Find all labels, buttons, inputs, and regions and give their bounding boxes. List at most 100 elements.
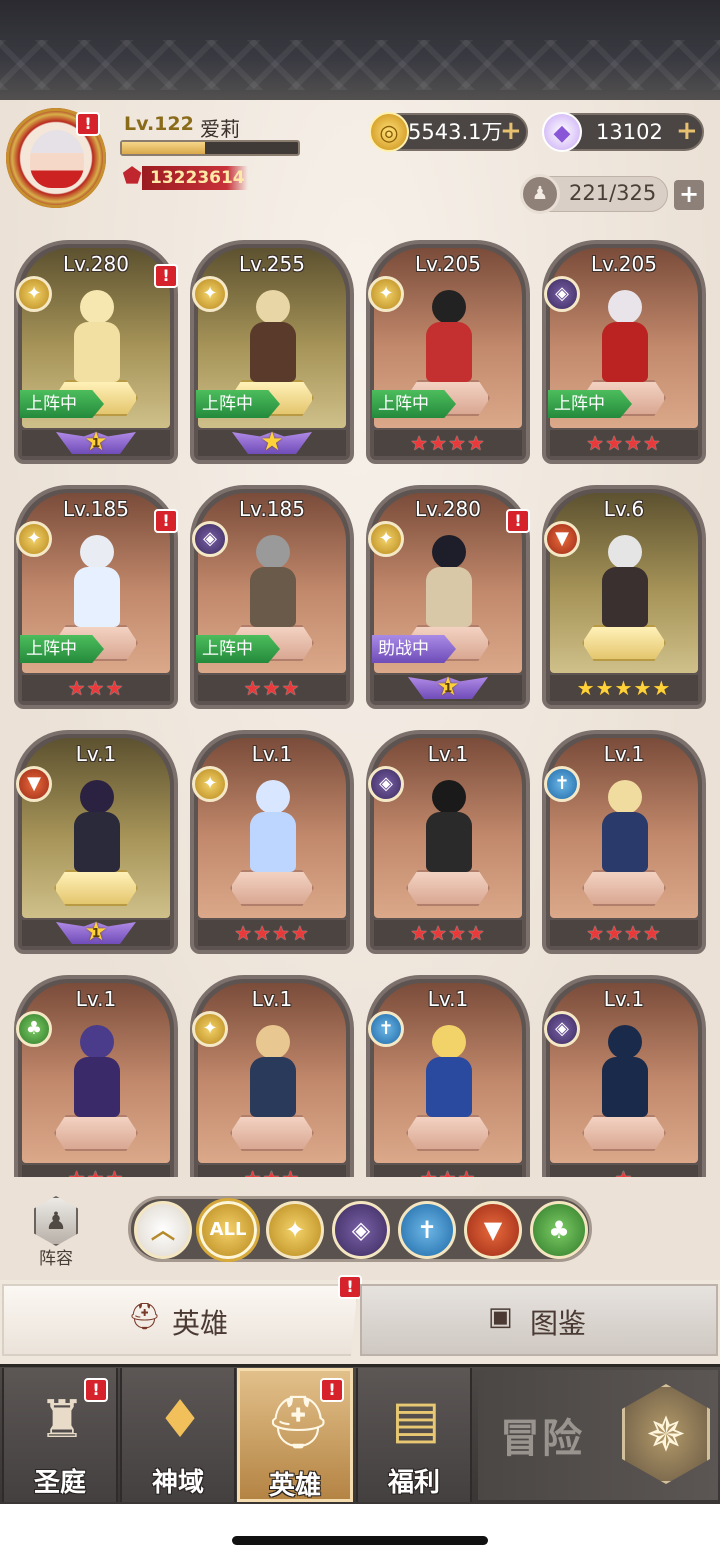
hero-status-tag: 上阵中 (548, 390, 632, 418)
book-icon: ▣ (488, 1302, 513, 1332)
player-name: 爱莉 (200, 117, 240, 141)
filter-collapse-button[interactable]: ︿ (134, 1201, 192, 1259)
hero-stars: ★★★ (190, 1165, 354, 1177)
combat-power: 13223614 (142, 166, 248, 190)
filter-beast-class-icon[interactable]: ▼ (464, 1201, 522, 1259)
home-indicator[interactable] (232, 1536, 488, 1545)
hero-status-tag: 助战中 (372, 635, 456, 663)
add-gold-button[interactable]: + (500, 112, 522, 150)
hero-card[interactable]: Lv.6 ▼ ★★★★★ (542, 485, 706, 709)
hero-level: Lv.6 (603, 497, 645, 521)
tab-hero-alert-badge: ! (338, 1275, 362, 1299)
tab-hero[interactable]: ⛑ 英雄 (2, 1284, 358, 1356)
compass-icon: ✵ (622, 1384, 710, 1484)
hero-body (74, 1057, 120, 1117)
holy-class-icon: ✦ (368, 521, 404, 557)
hero-level: Lv.205 (591, 252, 657, 276)
hero-card[interactable]: Lv.185 ◈ 上阵中 ★★★ (190, 485, 354, 709)
lineup-label: 阵容 (39, 1249, 73, 1269)
add-gems-button[interactable]: + (676, 112, 698, 150)
nav-welfare[interactable]: ▤ 福利 (356, 1368, 472, 1502)
hero-level: Lv.1 (427, 742, 469, 766)
hero-body (74, 812, 120, 872)
filter-all-button[interactable]: ALL (199, 1201, 257, 1259)
hero-head (608, 1025, 642, 1059)
hero-sprite (56, 1021, 136, 1125)
hero-body (602, 812, 648, 872)
hero-level: Lv.205 (415, 252, 481, 276)
tab-codex[interactable]: ▣ 图鉴 (360, 1284, 718, 1356)
hero-body (426, 322, 472, 382)
crystal-altar-icon: ♦ (156, 1390, 204, 1450)
hero-sprite (584, 531, 664, 635)
hero-sprite (584, 776, 664, 880)
hero-head (608, 535, 642, 569)
helmet-icon: ⛑ (128, 1302, 162, 1332)
hero-stars: ★ (542, 1165, 706, 1177)
filter-knight-class-icon[interactable]: ✝ (398, 1201, 456, 1259)
nav-label: 圣庭 (33, 1468, 86, 1498)
filter-nature-class-icon[interactable]: ♣ (530, 1201, 588, 1259)
expand-capacity-button[interactable]: + (674, 180, 704, 210)
holy-class-icon: ✦ (16, 521, 52, 557)
top-decor-band (0, 0, 720, 100)
hero-stars: ★★★ (67, 676, 125, 700)
gold-coin-icon: ◎ (369, 112, 409, 152)
lineup-button[interactable]: ♟ 阵容 (22, 1196, 90, 1269)
hero-sprite (56, 776, 136, 880)
hero-body (74, 322, 120, 382)
dark-class-icon: ◈ (192, 521, 228, 557)
hero-card[interactable]: Lv.280 ✦ ! 上阵中 ★ 1 (14, 240, 178, 464)
hero-body (602, 1057, 648, 1117)
nav-divine-realm[interactable]: ♦ 神域 (120, 1368, 236, 1502)
hero-sprite (232, 1021, 312, 1125)
hero-card[interactable]: Lv.1 ♣ ★★★ (14, 975, 178, 1177)
dark-class-icon: ◈ (368, 766, 404, 802)
hero-card[interactable]: Lv.1 ◈ ★★★★ (366, 730, 530, 954)
hero-level: Lv.185 (239, 497, 305, 521)
hero-body (250, 812, 296, 872)
hero-card[interactable]: Lv.1 ✦ ★★★★ (190, 730, 354, 954)
adventure-button[interactable]: 冒险 ✵ (478, 1370, 718, 1500)
hero-head (432, 780, 466, 814)
advance-count: 1 (91, 926, 101, 940)
hero-card[interactable]: Lv.255 ✦ 上阵中 ★ (190, 240, 354, 464)
hero-card[interactable]: Lv.1 ◈ ★ (542, 975, 706, 1177)
hero-card[interactable]: Lv.205 ✦ 上阵中 ★★★★ (366, 240, 530, 464)
nav-sanctuary-alert-badge: ! (84, 1378, 108, 1402)
filter-holy-class-icon[interactable]: ✦ (266, 1201, 324, 1259)
hero-stars: ★★★ (243, 676, 301, 700)
dark-class-icon: ◈ (544, 276, 580, 312)
player-avatar[interactable]: ! (6, 108, 110, 208)
hero-body (250, 322, 296, 382)
holy-class-icon: ✦ (368, 276, 404, 312)
hero-card[interactable]: Lv.1 ✝ ★★★ (366, 975, 530, 1177)
hero-card[interactable]: Lv.1 ✦ ★★★ (190, 975, 354, 1177)
holy-class-icon: ✦ (16, 276, 52, 312)
hero-card[interactable]: Lv.280 ✦ ! 助战中 ★ 1 (366, 485, 530, 709)
gem-amount: 13102 (596, 120, 663, 144)
hero-status-tag: 上阵中 (20, 390, 104, 418)
top-pattern (0, 40, 720, 90)
hero-head (608, 780, 642, 814)
hero-card[interactable]: Lv.205 ◈ 上阵中 ★★★★ (542, 240, 706, 464)
hero-body (250, 567, 296, 627)
hero-sprite (232, 776, 312, 880)
hero-card[interactable]: Lv.1 ✝ ★★★★ (542, 730, 706, 954)
hero-level: Lv.255 (239, 252, 305, 276)
hero-card[interactable]: Lv.185 ✦ ! 上阵中 ★★★ (14, 485, 178, 709)
adventure-label: 冒险 (500, 1416, 584, 1462)
advance-count: 1 (443, 681, 453, 695)
hero-head (256, 535, 290, 569)
hero-head (80, 535, 114, 569)
filter-dark-class-icon[interactable]: ◈ (332, 1201, 390, 1259)
hero-status-tag: 上阵中 (372, 390, 456, 418)
dark-class-icon: ◈ (544, 1011, 580, 1047)
hero-body (426, 812, 472, 872)
holy-class-icon: ✦ (192, 766, 228, 802)
hero-sprite (56, 531, 136, 635)
hero-head (80, 1025, 114, 1059)
hero-head (256, 290, 290, 324)
hero-head (80, 290, 114, 324)
hero-card[interactable]: Lv.1 ▼ ★ 1 (14, 730, 178, 954)
